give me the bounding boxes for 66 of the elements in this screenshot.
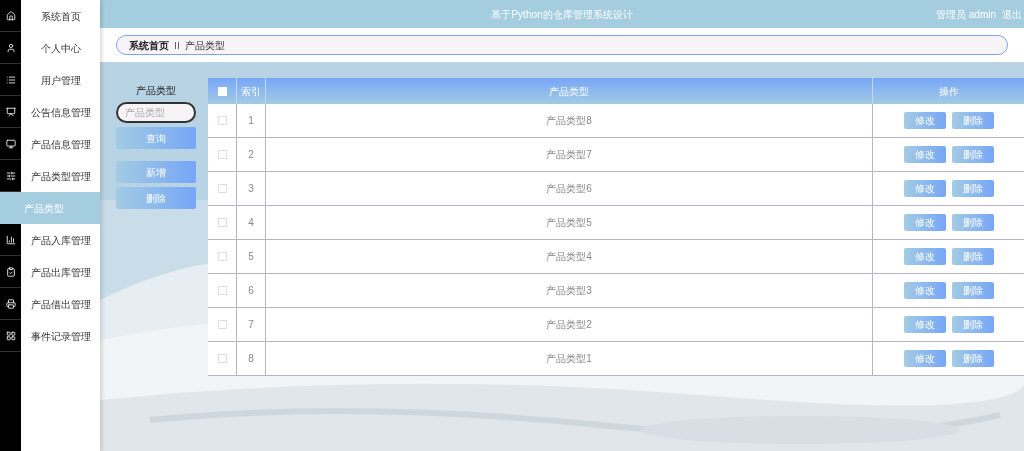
checkbox[interactable] <box>217 320 227 329</box>
table-cell: 产品类型8 <box>265 104 872 137</box>
checkbox[interactable] <box>217 184 227 193</box>
grid-icon <box>5 330 16 341</box>
table-cell: 2 <box>236 138 265 171</box>
edit-button[interactable]: 修改 <box>903 350 946 367</box>
search-label: 产品类型 <box>136 84 176 98</box>
separator-icon <box>175 41 179 49</box>
table-cell: 产品类型1 <box>265 342 872 375</box>
edit-button[interactable]: 修改 <box>903 316 946 333</box>
delete-button[interactable]: 删除 <box>116 187 196 209</box>
table-cell: 7 <box>236 308 265 341</box>
delete-button[interactable]: 删除 <box>951 350 994 367</box>
table-cell: 5 <box>236 240 265 273</box>
edit-button[interactable]: 修改 <box>903 146 946 163</box>
table-cell: 产品类型3 <box>265 274 872 307</box>
table-cell: 6 <box>236 274 265 307</box>
delete-button[interactable]: 删除 <box>951 248 994 265</box>
edit-button[interactable]: 修改 <box>903 214 946 231</box>
edit-button[interactable]: 修改 <box>903 248 946 265</box>
sliders-icon <box>5 170 16 181</box>
bar-chart-icon <box>5 234 16 245</box>
clipboard-icon <box>5 266 16 277</box>
breadcrumb-item[interactable]: 系统首页 <box>129 37 169 53</box>
column-header: 操作 <box>872 78 1024 104</box>
app-title: 基于Python的仓库管理系统设计 <box>491 7 633 22</box>
user-icon <box>5 42 16 53</box>
breadcrumb-item[interactable]: 产品类型 <box>185 37 225 53</box>
edit-button[interactable]: 修改 <box>903 180 946 197</box>
checkbox[interactable] <box>217 286 227 295</box>
edit-button[interactable]: 修改 <box>903 282 946 299</box>
table-cell: 产品类型5 <box>265 206 872 239</box>
delete-button[interactable]: 删除 <box>951 214 994 231</box>
column-header: 索引 <box>236 78 265 104</box>
table-cell: 3 <box>236 172 265 205</box>
checkbox[interactable] <box>217 218 227 227</box>
add-button[interactable]: 新增 <box>116 161 196 183</box>
table-cell: 1 <box>236 104 265 137</box>
delete-button[interactable]: 删除 <box>951 282 994 299</box>
logout-link[interactable]: 退出 <box>1002 6 1022 22</box>
search-field[interactable]: 产品类型 <box>116 102 196 123</box>
list-icon <box>5 74 16 85</box>
edit-button[interactable]: 修改 <box>903 112 946 129</box>
sidebar-item[interactable]: 系统首页 <box>21 0 100 32</box>
user-label: 管理员 admin <box>936 7 996 22</box>
table-cell: 产品类型4 <box>265 240 872 273</box>
sidebar-subitem[interactable]: 产品类型 <box>0 192 100 224</box>
table-cell: 产品类型7 <box>265 138 872 171</box>
table-cell: 4 <box>236 206 265 239</box>
board-icon <box>5 106 16 117</box>
column-header: 产品类型 <box>265 78 872 104</box>
monitor-icon <box>5 138 16 149</box>
delete-button[interactable]: 删除 <box>951 146 994 163</box>
delete-button[interactable]: 删除 <box>951 180 994 197</box>
checkbox[interactable] <box>217 252 227 261</box>
delete-button[interactable]: 删除 <box>951 316 994 333</box>
checkbox[interactable] <box>217 150 227 159</box>
checkbox[interactable] <box>217 116 227 125</box>
home-icon <box>5 10 16 21</box>
table-cell: 产品类型6 <box>265 172 872 205</box>
checkbox[interactable] <box>217 354 227 363</box>
table-cell: 8 <box>236 342 265 375</box>
printer-icon <box>5 298 16 309</box>
search-button[interactable]: 查询 <box>116 127 196 149</box>
table-cell: 产品类型2 <box>265 308 872 341</box>
delete-button[interactable]: 删除 <box>951 112 994 129</box>
